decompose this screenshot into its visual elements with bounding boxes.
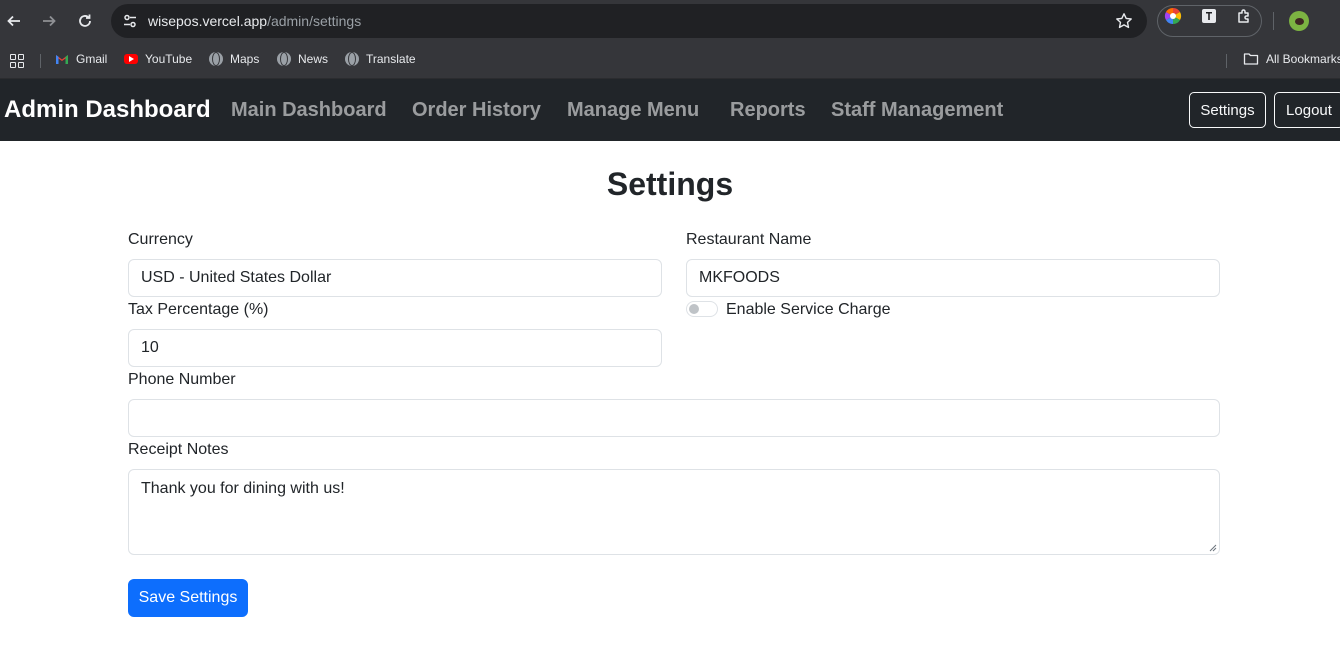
currency-select[interactable]: USD - United States Dollar: [128, 259, 662, 297]
url-path: /admin/settings: [267, 13, 362, 29]
bookmark-star-icon[interactable]: [1115, 12, 1133, 30]
resize-handle-icon[interactable]: [1209, 544, 1217, 552]
nav-reports[interactable]: Reports: [730, 99, 806, 122]
tax-percentage-label: Tax Percentage (%): [128, 301, 269, 318]
bookmark-youtube[interactable]: YouTube: [124, 52, 192, 66]
bookmark-label: YouTube: [145, 52, 193, 66]
nav-staff-management[interactable]: Staff Management: [831, 99, 1003, 122]
bookmark-translate[interactable]: Translate: [345, 52, 416, 66]
notion-extension-icon[interactable]: [1200, 7, 1218, 25]
address-bar[interactable]: wisepos.vercel.app/admin/settings: [111, 4, 1147, 38]
youtube-icon: [124, 54, 138, 64]
folder-icon: [1243, 53, 1259, 65]
bookmark-label: Gmail: [76, 52, 108, 66]
tax-percentage-input[interactable]: 10: [128, 329, 662, 367]
restaurant-name-input[interactable]: MKFOODS: [686, 259, 1220, 297]
toolbar-divider: [1273, 12, 1274, 30]
apps-grid-icon[interactable]: [10, 54, 24, 68]
globe-icon: [345, 52, 359, 66]
settings-button[interactable]: Settings: [1189, 92, 1266, 128]
app-navbar: Admin Dashboard Main Dashboard Order His…: [0, 79, 1340, 141]
nav-manage-menu[interactable]: Manage Menu: [567, 99, 699, 122]
service-charge-label[interactable]: Enable Service Charge: [726, 301, 891, 319]
page-title: Settings: [606, 166, 734, 202]
bookmark-maps[interactable]: Maps: [209, 52, 259, 66]
forward-button[interactable]: [36, 8, 62, 34]
all-bookmarks-label: All Bookmarks: [1266, 52, 1340, 66]
bookmark-label: Translate: [366, 52, 416, 66]
url-text: wisepos.vercel.app/admin/settings: [148, 13, 361, 29]
logout-button[interactable]: Logout: [1274, 92, 1340, 128]
color-wheel-extension-icon[interactable]: [1164, 7, 1182, 25]
bookmarks-bar: Gmail YouTube Maps News Translate All Bo…: [0, 42, 1340, 79]
browser-toolbar: wisepos.vercel.app/admin/settings: [0, 0, 1340, 42]
arrow-right-icon: [43, 15, 56, 27]
nav-order-history[interactable]: Order History: [412, 99, 541, 122]
receipt-notes-text: Thank you for dining with us!: [141, 480, 345, 497]
receipt-notes-textarea[interactable]: Thank you for dining with us!: [128, 469, 1220, 555]
bookmark-gmail[interactable]: Gmail: [55, 52, 107, 66]
site-settings-icon[interactable]: [121, 12, 139, 30]
restaurant-name-label: Restaurant Name: [686, 231, 812, 248]
gmail-icon: [56, 55, 68, 64]
puzzle-extensions-icon[interactable]: [1236, 7, 1254, 25]
profile-avatar[interactable]: [1289, 11, 1309, 31]
globe-icon: [277, 52, 291, 66]
bookmark-label: Maps: [230, 52, 260, 66]
receipt-notes-label: Receipt Notes: [128, 441, 229, 458]
bookmarks-divider: [1226, 54, 1227, 68]
arrow-left-icon: [7, 15, 20, 27]
bookmarks-divider: [40, 54, 41, 68]
service-charge-toggle[interactable]: [686, 301, 718, 317]
globe-icon: [209, 52, 223, 66]
all-bookmarks-button[interactable]: All Bookmarks: [1243, 52, 1340, 66]
url-host: wisepos.vercel.app: [148, 13, 268, 29]
back-button[interactable]: [1, 8, 27, 34]
nav-main-dashboard[interactable]: Main Dashboard: [231, 99, 387, 122]
reload-button[interactable]: [72, 8, 98, 34]
brand-title[interactable]: Admin Dashboard: [4, 96, 211, 124]
phone-number-label: Phone Number: [128, 371, 236, 388]
bookmark-label: News: [298, 52, 329, 66]
phone-number-input[interactable]: [128, 399, 1220, 437]
bookmark-news[interactable]: News: [277, 52, 328, 66]
save-settings-button[interactable]: Save Settings: [128, 579, 248, 617]
currency-label: Currency: [128, 231, 193, 248]
reload-icon: [79, 14, 91, 27]
